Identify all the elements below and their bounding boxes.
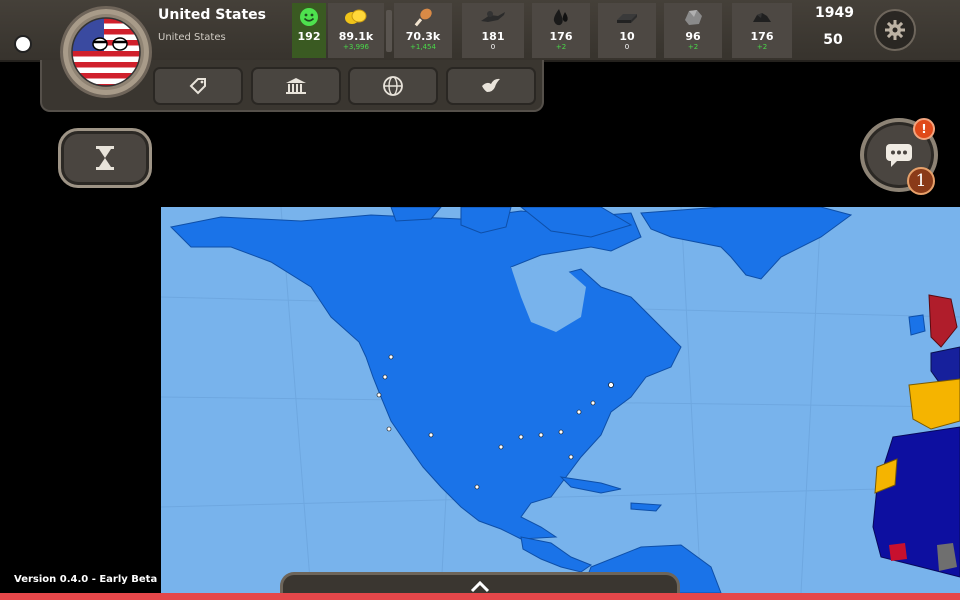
resource-separator [386,10,392,52]
country-subtitle: United States [158,32,226,43]
version-label: Version 0.4.0 - Early Beta [14,574,158,585]
diplomacy-button[interactable] [348,67,438,105]
usa-countryball-icon [71,17,141,87]
oil-change: +2 [555,43,567,51]
city-marker [590,400,596,406]
city-marker [428,432,434,438]
happiness-value: 192 [297,30,321,43]
coins-icon [345,9,367,24]
city-marker [568,454,574,460]
hourglass-icon [96,146,114,170]
iron-change: +2 [687,43,699,51]
money-change: +3,996 [343,43,369,51]
territory-ireland[interactable] [908,314,926,336]
peace-button[interactable] [446,67,536,105]
territory-iberia[interactable] [908,378,960,430]
parliament-icon [286,78,306,94]
chat-alert-badge: ! [913,118,935,140]
coal-icon [753,13,771,22]
resource-oil[interactable]: 176 +2 [532,3,590,58]
trade-tag-icon [189,78,206,95]
steel-value: 10 [619,30,635,43]
resource-food[interactable]: 70.3k +1,454 [394,3,452,58]
resource-steel[interactable]: 10 0 [598,3,656,58]
manpower-value: 181 [481,30,505,43]
chat-bubble-icon [886,144,912,167]
food-change: +1,454 [410,43,436,51]
city-marker [376,392,382,398]
territory-west-africa-red[interactable] [889,543,907,561]
city-marker [518,434,524,440]
oil-value: 176 [549,30,573,43]
peace-dove-icon [482,78,500,92]
city-marker [498,444,504,450]
status-dot[interactable] [14,35,32,53]
settings-button[interactable] [874,9,916,51]
city-marker [538,432,544,438]
territory-caribbean[interactable] [559,476,663,512]
chat-count-badge: 1 [907,167,935,195]
world-map[interactable] [161,207,960,593]
resource-manpower[interactable]: 181 0 [462,3,524,58]
city-marker [576,409,582,415]
money-value: 89.1k [338,30,374,43]
city-marker [388,354,394,360]
meat-icon [414,8,432,27]
oil-drop-icon [553,9,568,26]
trade-button[interactable] [153,67,243,105]
soldiers-icon [481,11,505,22]
food-value: 70.3k [405,30,441,43]
country-avatar[interactable] [60,6,152,98]
territory-central-america[interactable] [520,536,593,573]
city-marker [382,374,388,380]
parliament-button[interactable] [251,67,341,105]
iron-ore-icon [685,10,702,25]
steel-icon [617,14,637,23]
city-marker [558,429,564,435]
manpower-change: 0 [490,43,496,51]
resource-happiness[interactable]: 192 [292,3,326,58]
smiley-icon [300,8,318,26]
world-map-canvas[interactable] [161,207,960,593]
resource-coal[interactable]: 176 +2 [732,3,792,58]
coal-value: 176 [750,30,774,43]
bottom-status-strip [0,593,960,600]
iron-value: 96 [685,30,701,43]
steel-change: 0 [624,43,630,51]
city-marker [386,426,392,432]
resource-iron[interactable]: 96 +2 [664,3,722,58]
diplomacy-globe-icon [383,76,403,96]
gear-icon [885,20,905,40]
time-speed-button[interactable] [58,128,152,188]
resource-money[interactable]: 89.1k +3,996 [328,3,384,58]
game-day: 50 [823,32,843,48]
territory-uk[interactable] [928,294,958,348]
coal-change: +2 [756,43,768,51]
city-marker-capital [608,382,614,388]
country-name: United States [158,7,266,23]
city-marker [474,484,480,490]
game-year: 1949 [815,5,854,21]
